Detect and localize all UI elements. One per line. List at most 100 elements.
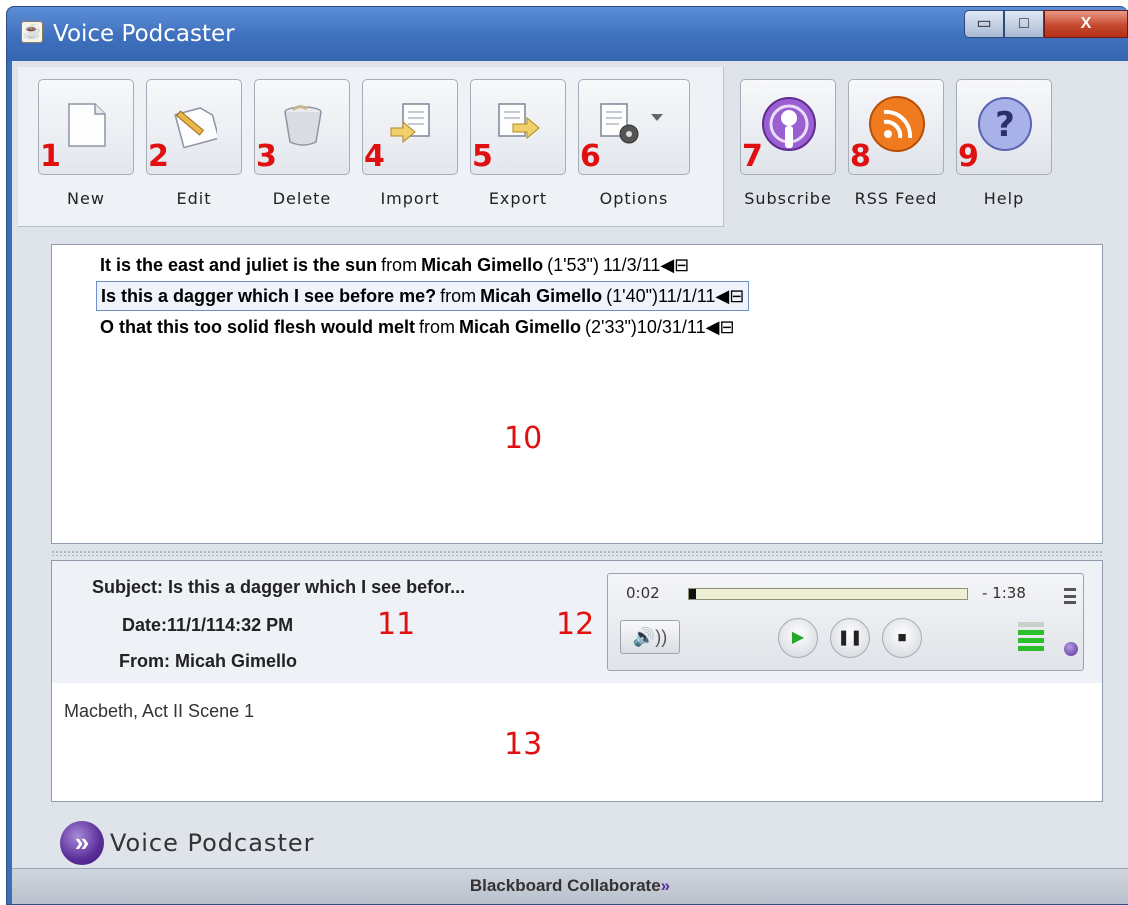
audio-note-icon: ◀⊟ bbox=[660, 255, 690, 275]
subscribe-button[interactable]: 7 Subscribe bbox=[740, 79, 836, 219]
options-label: Options bbox=[599, 189, 669, 208]
message-subject: O that this too solid flesh would melt bbox=[100, 317, 415, 337]
from-label: From: bbox=[119, 651, 170, 671]
list-item[interactable]: It is the east and juliet is the sun from… bbox=[96, 251, 693, 281]
rss-feed-button[interactable]: 8 RSS Feed bbox=[848, 79, 944, 219]
audio-note-icon: ◀⊟ bbox=[715, 286, 745, 306]
date-label: Date: bbox=[122, 615, 168, 635]
delete-label: Delete bbox=[272, 189, 332, 208]
subscribe-label: Subscribe bbox=[744, 189, 832, 208]
help-label: Help bbox=[983, 189, 1025, 208]
annotation-number: 13 bbox=[504, 727, 543, 762]
message-from: from bbox=[419, 317, 455, 337]
svg-text:?: ? bbox=[995, 105, 1015, 145]
minimize-button[interactable]: ▭ bbox=[964, 10, 1004, 38]
audio-level-meter bbox=[1018, 622, 1044, 654]
level-bar bbox=[1018, 630, 1044, 635]
help-button[interactable]: ? 9 Help bbox=[956, 79, 1052, 219]
remaining-time: - 1:38 bbox=[982, 584, 1026, 602]
annotation-number: 5 bbox=[472, 139, 493, 174]
message-list[interactable]: It is the east and juliet is the sun from… bbox=[51, 244, 1103, 544]
window-controls: ▭ □ X bbox=[964, 10, 1128, 40]
import-button[interactable]: 4 Import bbox=[362, 79, 458, 219]
message-from: from bbox=[381, 255, 418, 275]
app-window: ☕ Voice Podcaster ▭ □ X 1 New 2 Edit 3 D… bbox=[6, 6, 1128, 905]
options-gear-icon bbox=[600, 103, 663, 144]
java-cup-icon: ☕ bbox=[21, 21, 43, 43]
main-toolbar: 1 New 2 Edit 3 Delete 4 Import 5 Export … bbox=[18, 67, 724, 227]
list-item-selected[interactable]: Is this a dagger which I see before me? f… bbox=[96, 281, 750, 311]
brand-name: Voice Podcaster bbox=[110, 829, 315, 857]
maximize-button[interactable]: □ bbox=[1004, 10, 1044, 38]
subject-label: Subject: bbox=[92, 577, 164, 597]
level-bar bbox=[1018, 638, 1044, 643]
help-icon: ? bbox=[978, 97, 1032, 151]
rss-feed-label: RSS Feed bbox=[854, 189, 938, 208]
close-button[interactable]: X bbox=[1044, 10, 1128, 38]
message-duration: (1'53") bbox=[547, 255, 599, 275]
message-header: Subject: Is this a dagger which I see be… bbox=[52, 561, 1102, 683]
annotation-number: 9 bbox=[958, 139, 979, 174]
annotation-number: 6 bbox=[580, 139, 601, 174]
import-icon bbox=[390, 103, 430, 144]
podcast-icon bbox=[762, 97, 816, 151]
progress-fill bbox=[689, 589, 696, 599]
volume-button[interactable]: 🔊)) bbox=[620, 620, 680, 654]
window-title: Voice Podcaster bbox=[53, 21, 235, 47]
import-label: Import bbox=[380, 189, 440, 208]
annotation-number: 7 bbox=[742, 139, 763, 174]
brand-footer: » Voice Podcaster bbox=[60, 821, 314, 865]
edit-pencil-icon bbox=[174, 107, 217, 149]
message-subject: Is this a dagger which I see before me? bbox=[101, 286, 437, 306]
message-body: Macbeth, Act II Scene 1 bbox=[64, 701, 255, 721]
message-date: 10/31/11 bbox=[636, 317, 706, 337]
collaborate-orb-icon[interactable] bbox=[1064, 642, 1078, 656]
new-label: New bbox=[67, 189, 105, 208]
options-button[interactable]: 6 Options bbox=[578, 79, 690, 219]
export-label: Export bbox=[488, 189, 548, 208]
new-button[interactable]: 1 New bbox=[38, 79, 134, 219]
date-value: 11/1/114:32 PM bbox=[167, 615, 294, 635]
play-button[interactable]: ▶ bbox=[778, 618, 818, 658]
rss-icon bbox=[869, 96, 925, 152]
date-row: Date:11/1/114:32 PM bbox=[122, 615, 293, 636]
new-document-icon bbox=[68, 103, 106, 147]
export-icon bbox=[498, 103, 540, 140]
message-from: from bbox=[440, 286, 477, 306]
split-pane-divider[interactable] bbox=[51, 550, 1103, 556]
message-subject: It is the east and juliet is the sun bbox=[100, 255, 378, 275]
list-item[interactable]: O that this too solid flesh would melt fr… bbox=[96, 313, 739, 343]
annotation-number: 8 bbox=[850, 139, 871, 174]
subject-row: Subject: Is this a dagger which I see be… bbox=[92, 577, 465, 598]
message-duration: (1'40") bbox=[606, 286, 658, 306]
annotation-number: 12 bbox=[556, 607, 595, 642]
status-bar: Blackboard Collaborate» bbox=[12, 868, 1128, 904]
export-button[interactable]: 5 Export bbox=[470, 79, 566, 219]
delete-button[interactable]: 3 Delete bbox=[254, 79, 350, 219]
edit-button[interactable]: 2 Edit bbox=[146, 79, 242, 219]
message-duration: (2'33") bbox=[585, 317, 637, 337]
chevron-right-icon: » bbox=[660, 876, 671, 895]
message-date: 11/3/11 bbox=[602, 255, 661, 275]
title-bar[interactable]: ☕ Voice Podcaster ▭ □ X bbox=[7, 7, 1128, 61]
subject-value: Is this a dagger which I see befor... bbox=[168, 577, 466, 597]
annotation-number: 1 bbox=[40, 139, 61, 174]
annotation-number: 4 bbox=[364, 139, 385, 174]
feed-toolbar: 7 Subscribe 8 RSS Feed ? 9 Help bbox=[724, 67, 1128, 227]
annotation-number: 2 bbox=[148, 139, 169, 174]
trash-bin-icon bbox=[284, 105, 322, 146]
edit-label: Edit bbox=[176, 189, 212, 208]
audio-note-icon: ◀⊟ bbox=[705, 317, 735, 337]
level-bar bbox=[1018, 622, 1044, 627]
from-value: Micah Gimello bbox=[175, 651, 298, 671]
player-menu-icon[interactable] bbox=[1064, 588, 1076, 604]
voice-podcaster-logo-icon: » bbox=[60, 821, 104, 865]
stop-button[interactable]: ■ bbox=[882, 618, 922, 658]
annotation-number: 10 bbox=[504, 421, 543, 456]
pause-button[interactable]: ❚❚ bbox=[830, 618, 870, 658]
audio-player: 0:02 - 1:38 🔊)) ▶ ❚❚ ■ bbox=[607, 573, 1084, 671]
annotation-number: 11 bbox=[377, 607, 416, 642]
client-area: 1 New 2 Edit 3 Delete 4 Import 5 Export … bbox=[12, 61, 1128, 904]
elapsed-time: 0:02 bbox=[626, 584, 660, 602]
progress-slider[interactable] bbox=[688, 588, 968, 600]
